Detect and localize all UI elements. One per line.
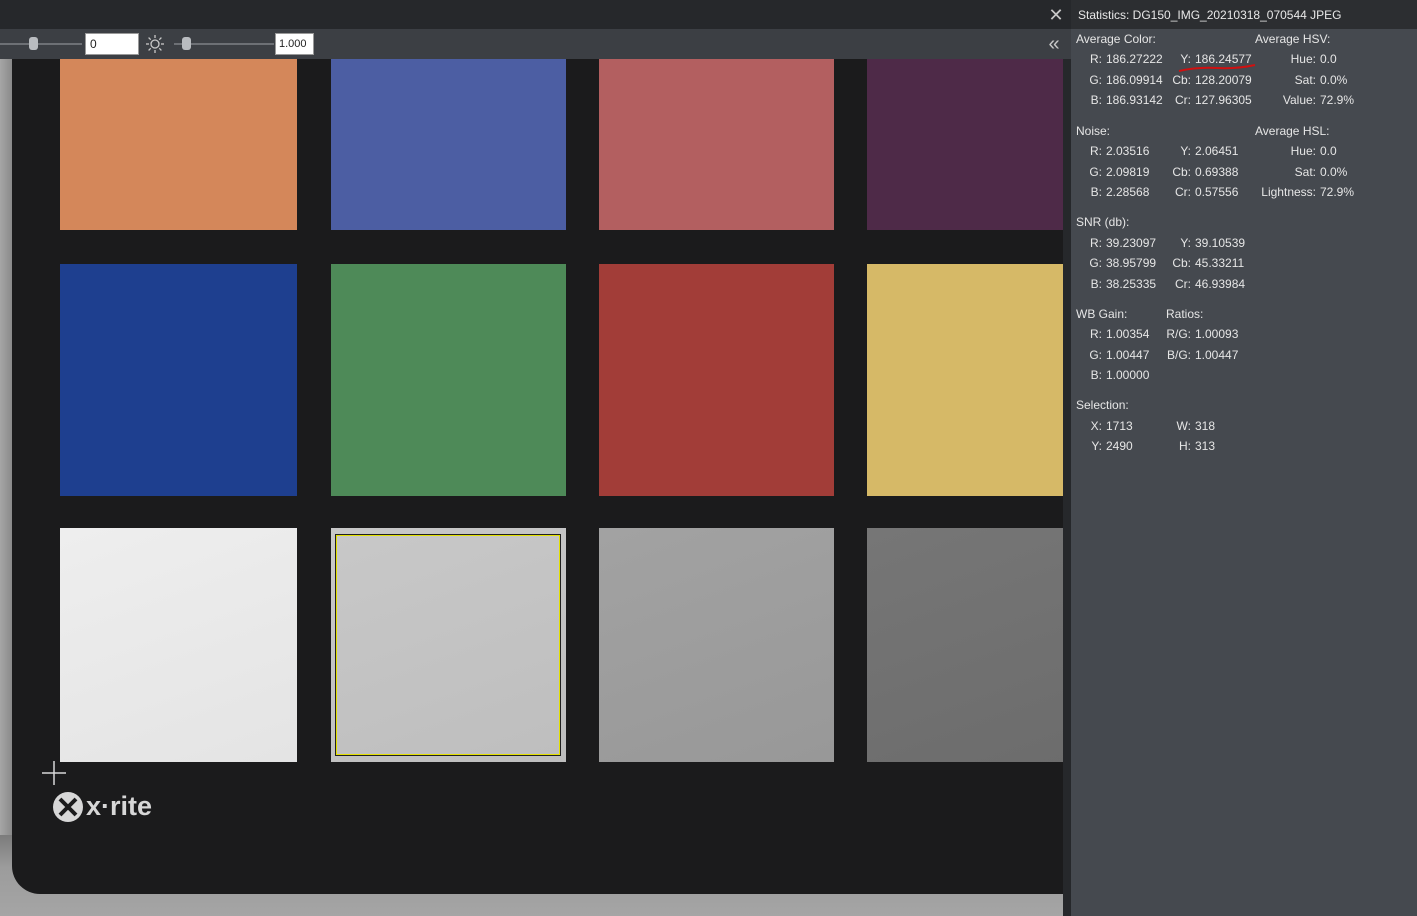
hsl-lightness-value: 72.9% bbox=[1320, 185, 1355, 199]
avg-g-value: 186.09914 bbox=[1106, 73, 1163, 87]
wb-r-value: 1.00354 bbox=[1106, 327, 1150, 341]
label: Cr: bbox=[1175, 185, 1191, 199]
label: Hue: bbox=[1290, 144, 1316, 158]
image-viewer: ✕ 0 1.000 « x·rite bbox=[0, 0, 1071, 916]
color-patch bbox=[331, 264, 566, 496]
color-patch bbox=[60, 528, 297, 762]
label: R: bbox=[1090, 236, 1102, 250]
viewer-title-bar: ✕ bbox=[0, 0, 1071, 29]
snr-g-value: 38.95799 bbox=[1106, 256, 1157, 270]
image-canvas[interactable]: x·rite bbox=[0, 59, 1063, 916]
noise-r-value: 2.03516 bbox=[1106, 144, 1150, 158]
label: B: bbox=[1090, 93, 1102, 107]
noise-g-value: 2.09819 bbox=[1106, 165, 1150, 179]
color-patch bbox=[867, 264, 1063, 496]
selection-y-value: 2490 bbox=[1106, 439, 1133, 453]
hsl-hue-value: 0.0 bbox=[1320, 144, 1337, 158]
offset-slider-thumb[interactable] bbox=[29, 37, 38, 50]
ratios-heading: Ratios: bbox=[1166, 307, 1204, 321]
label: R: bbox=[1090, 52, 1102, 66]
ratio-rg-value: 1.00093 bbox=[1195, 327, 1239, 341]
snr-heading: SNR (db): bbox=[1076, 215, 1130, 229]
offset-field[interactable]: 0 bbox=[85, 33, 139, 55]
crosshair-icon bbox=[42, 761, 66, 785]
selection-rectangle[interactable] bbox=[335, 534, 561, 756]
noise-cb-value: 0.69388 bbox=[1195, 165, 1239, 179]
background-edge bbox=[0, 59, 12, 916]
label: W: bbox=[1176, 419, 1191, 433]
label: R/G: bbox=[1166, 327, 1191, 341]
wb-b-value: 1.00000 bbox=[1106, 368, 1150, 382]
noise-cr-value: 0.57556 bbox=[1195, 185, 1239, 199]
statistics-panel: Statistics: DG150_IMG_20210318_070544 JP… bbox=[1071, 0, 1417, 916]
color-patch bbox=[867, 59, 1063, 230]
snr-r-value: 39.23097 bbox=[1106, 236, 1157, 250]
label: G: bbox=[1089, 165, 1102, 179]
gamma-field[interactable]: 1.000 bbox=[275, 33, 314, 55]
gamma-slider-thumb[interactable] bbox=[182, 37, 191, 50]
noise-y-value: 2.06451 bbox=[1195, 144, 1239, 158]
hsv-hue-value: 0.0 bbox=[1320, 52, 1337, 66]
label: Lightness: bbox=[1261, 185, 1316, 199]
label: Y: bbox=[1180, 144, 1191, 158]
color-patch bbox=[60, 264, 297, 496]
label: Y: bbox=[1091, 439, 1102, 453]
label: B/G: bbox=[1166, 348, 1191, 362]
hsl-sat-value: 0.0% bbox=[1320, 165, 1348, 179]
wb-g-value: 1.00447 bbox=[1106, 348, 1150, 362]
panel-divider[interactable] bbox=[1063, 59, 1071, 916]
offset-slider-track[interactable] bbox=[0, 43, 82, 45]
selection-h-value: 313 bbox=[1195, 439, 1216, 453]
label: B: bbox=[1090, 185, 1102, 199]
statistics-title: Statistics: DG150_IMG_20210318_070544 JP… bbox=[1071, 0, 1417, 29]
average-color-heading: Average Color: bbox=[1076, 32, 1156, 46]
average-hsl-heading: Average HSL: bbox=[1255, 124, 1330, 138]
label: G: bbox=[1089, 256, 1102, 270]
annotation-underline bbox=[1178, 64, 1256, 72]
snr-y-value: 39.10539 bbox=[1195, 236, 1246, 250]
color-patch bbox=[599, 59, 834, 230]
label: H: bbox=[1179, 439, 1191, 453]
snr-cr-value: 46.93984 bbox=[1195, 277, 1246, 291]
svg-text:x·rite: x·rite bbox=[86, 791, 152, 821]
snr-b-value: 38.25335 bbox=[1106, 277, 1157, 291]
label: G: bbox=[1089, 73, 1102, 87]
label: Cr: bbox=[1175, 93, 1191, 107]
label: G: bbox=[1089, 348, 1102, 362]
wb-gain-heading: WB Gain: bbox=[1076, 307, 1128, 321]
label: Value: bbox=[1282, 93, 1316, 107]
hsv-sat-value: 0.0% bbox=[1320, 73, 1348, 87]
hsv-value-value: 72.9% bbox=[1320, 93, 1355, 107]
double-chevron-left-icon[interactable]: « bbox=[1043, 33, 1065, 55]
label: Y: bbox=[1180, 236, 1191, 250]
label: B: bbox=[1090, 368, 1102, 382]
adjustment-toolbar: 0 1.000 « bbox=[0, 29, 1071, 59]
xrite-logo: x·rite bbox=[53, 791, 152, 822]
color-patch bbox=[599, 528, 834, 762]
sun-icon[interactable] bbox=[145, 33, 165, 55]
color-patch bbox=[60, 59, 297, 230]
close-icon[interactable]: ✕ bbox=[1046, 5, 1066, 25]
selection-heading: Selection: bbox=[1076, 398, 1129, 412]
selection-w-value: 318 bbox=[1195, 419, 1216, 433]
label: B: bbox=[1090, 277, 1102, 291]
label: X: bbox=[1090, 419, 1102, 433]
label: Cb: bbox=[1172, 165, 1191, 179]
snr-cb-value: 45.33211 bbox=[1195, 256, 1245, 270]
label: Sat: bbox=[1294, 165, 1316, 179]
label: R: bbox=[1090, 144, 1102, 158]
color-patch bbox=[599, 264, 834, 496]
avg-r-value: 186.27222 bbox=[1106, 52, 1163, 66]
noise-heading: Noise: bbox=[1076, 124, 1111, 138]
color-patch bbox=[867, 528, 1063, 762]
avg-b-value: 186.93142 bbox=[1106, 93, 1163, 107]
selection-x-value: 1713 bbox=[1106, 419, 1133, 433]
color-patch bbox=[331, 59, 566, 230]
label: Cr: bbox=[1175, 277, 1191, 291]
average-hsv-heading: Average HSV: bbox=[1255, 32, 1331, 46]
label: Cb: bbox=[1172, 256, 1191, 270]
ratio-bg-value: 1.00447 bbox=[1195, 348, 1239, 362]
noise-b-value: 2.28568 bbox=[1106, 185, 1150, 199]
label: R: bbox=[1090, 327, 1102, 341]
